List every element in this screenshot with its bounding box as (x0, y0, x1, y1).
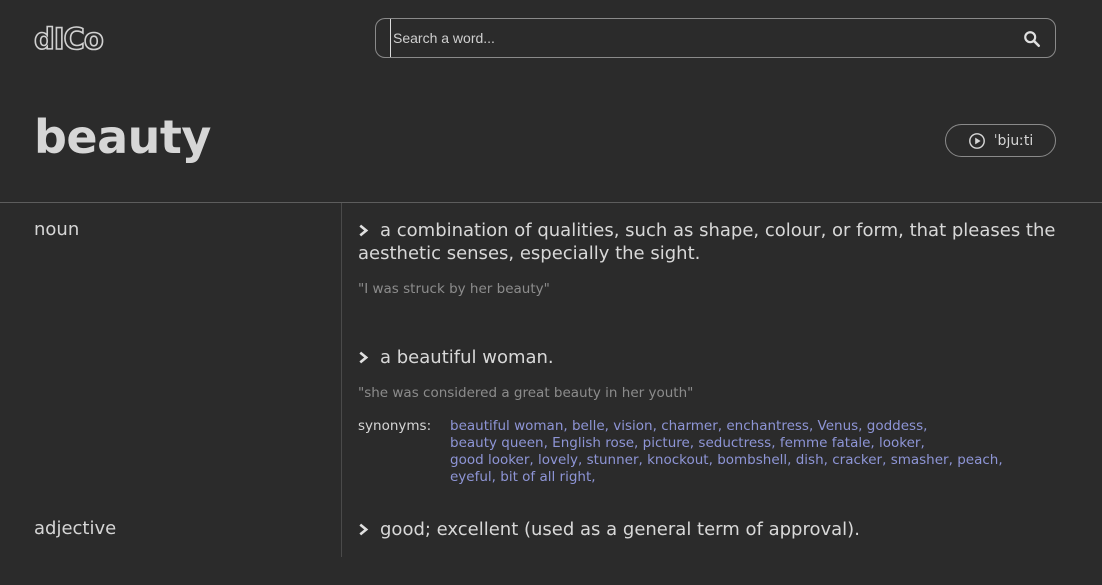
divider (0, 202, 1102, 203)
synonym-link[interactable]: enchantress, (726, 418, 813, 434)
definition-text: a beautiful woman. (380, 347, 554, 368)
synonym-link[interactable]: stunner, (587, 452, 643, 468)
synonym-link[interactable]: beauty queen, (450, 435, 548, 451)
synonym-link[interactable]: beautiful woman, (450, 418, 568, 434)
column-divider (341, 203, 342, 557)
synonym-link[interactable]: lovely, (538, 452, 582, 468)
synonym-link[interactable]: vision, (613, 418, 657, 434)
synonym-link[interactable]: good looker, (450, 452, 534, 468)
synonym-link[interactable]: peach, (957, 452, 1002, 468)
synonym-link[interactable]: picture, (643, 435, 694, 451)
synonym-link[interactable]: goddess, (867, 418, 928, 434)
definition-text: a combination of qualities, such as shap… (358, 220, 1056, 264)
pronunciation-button[interactable]: ˈbjuːti (945, 124, 1056, 157)
synonym-link[interactable]: knockout, (647, 452, 713, 468)
synonym-link[interactable]: belle, (572, 418, 609, 434)
search-input[interactable] (390, 19, 1013, 57)
synonym-link[interactable]: seductress, (698, 435, 775, 451)
synonym-link[interactable]: Venus, (818, 418, 863, 434)
play-circle-icon (968, 132, 985, 149)
synonym-link[interactable]: cracker, (832, 452, 886, 468)
synonyms-list: beautiful woman, belle, vision, charmer,… (450, 418, 1010, 486)
example-text: "she was considered a great beauty in he… (358, 385, 694, 401)
headword: beauty (34, 110, 211, 164)
synonym-link[interactable]: bombshell, (717, 452, 791, 468)
synonym-link[interactable]: looker, (879, 435, 925, 451)
synonym-link[interactable]: eyeful, (450, 469, 496, 485)
synonym-link[interactable]: bit of all right, (500, 469, 595, 485)
part-of-speech-noun: noun (34, 219, 80, 240)
example-text: "I was struck by her beauty" (358, 281, 550, 297)
pronunciation-text: ˈbjuːti (993, 132, 1034, 149)
app-logo[interactable]: dICo (33, 21, 104, 57)
definition-item: good; excellent (used as a general term … (358, 518, 1058, 541)
synonym-link[interactable]: dish, (796, 452, 828, 468)
definition-item: a combination of qualities, such as shap… (358, 219, 1058, 265)
definition-text: good; excellent (used as a general term … (380, 519, 860, 540)
chevron-right-icon (358, 346, 380, 369)
search-bar[interactable] (375, 18, 1056, 58)
search-icon[interactable] (1023, 30, 1041, 48)
synonym-link[interactable]: charmer, (661, 418, 722, 434)
synonym-link[interactable]: femme fatale, (780, 435, 875, 451)
part-of-speech-adjective: adjective (34, 518, 117, 539)
synonym-link[interactable]: English rose, (552, 435, 638, 451)
chevron-right-icon (358, 518, 380, 541)
synonym-link[interactable]: smasher, (891, 452, 953, 468)
chevron-right-icon (358, 219, 380, 242)
definition-item: a beautiful woman. (358, 346, 1058, 369)
synonyms-label: synonyms: (358, 418, 432, 434)
